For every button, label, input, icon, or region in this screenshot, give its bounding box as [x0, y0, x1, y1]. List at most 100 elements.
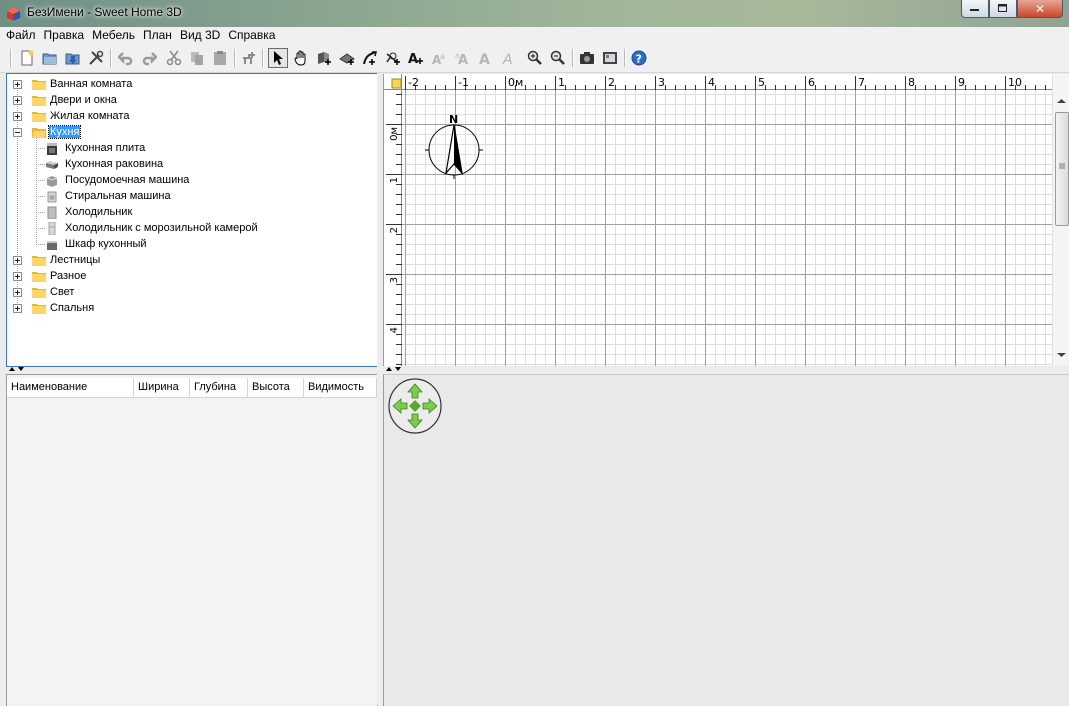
new-home-button[interactable]	[17, 48, 37, 68]
create-photo-button[interactable]	[577, 48, 597, 68]
menu-file[interactable]: Файл	[0, 27, 40, 44]
ruler-x-label: 2	[608, 76, 615, 89]
column-header-width[interactable]: Ширина	[134, 378, 190, 397]
open-button[interactable]	[40, 48, 60, 68]
tree-category-stairs[interactable]: Лестницы	[13, 252, 101, 268]
3d-navigation-control[interactable]	[388, 378, 442, 434]
add-furniture-icon	[243, 52, 255, 64]
tree-item-label: Стиральная машина	[65, 190, 171, 202]
ruler-corner-icon[interactable]	[391, 78, 402, 89]
menu-furniture[interactable]: Мебель	[88, 27, 139, 44]
create-rooms-button[interactable]	[337, 48, 357, 68]
scroll-down-icon[interactable]	[1057, 352, 1066, 358]
tree-category-living-room[interactable]: Жилая комната	[13, 108, 130, 124]
expand-icon[interactable]	[13, 271, 22, 281]
save-button[interactable]	[63, 48, 83, 68]
fridge-freezer-icon	[48, 221, 56, 235]
expand-icon[interactable]	[13, 95, 22, 105]
cut-button[interactable]	[164, 48, 184, 68]
tree-item-sink[interactable]: Кухонная раковина	[46, 156, 164, 172]
pan-mode-button[interactable]	[291, 48, 311, 68]
column-header-depth[interactable]: Глубина	[190, 378, 248, 397]
grip-icon	[1059, 163, 1065, 169]
tree-category-lights[interactable]: Свет	[13, 284, 75, 300]
ruler-x-label: -2	[408, 76, 419, 89]
table-header: Наименование Ширина Глубина Высота Видим…	[7, 378, 377, 398]
plan-splitter-arrows[interactable]	[385, 366, 405, 372]
menu-plan[interactable]: План	[139, 27, 176, 44]
tree-category-label: Лестницы	[50, 254, 101, 266]
copy-button[interactable]	[187, 48, 207, 68]
create-video-button[interactable]	[600, 48, 620, 68]
redo-button[interactable]	[139, 48, 159, 68]
undo-button[interactable]	[116, 48, 136, 68]
title-bar: БезИмени - Sweet Home 3D ✕	[0, 0, 1069, 27]
add-furniture-button[interactable]	[239, 48, 259, 68]
zoom-in-button[interactable]	[525, 48, 545, 68]
tree-category-doors-windows[interactable]: Двери и окна	[13, 92, 118, 108]
expand-icon[interactable]	[13, 111, 22, 121]
tree-item-fridge-freezer[interactable]: Холодильник с морозильной камерой	[46, 220, 259, 236]
menu-3d-view[interactable]: Вид 3D	[176, 27, 224, 44]
tree-category-misc[interactable]: Разное	[13, 268, 87, 284]
minimize-button[interactable]	[961, 0, 989, 18]
tree-category-bedroom[interactable]: Спальня	[13, 300, 95, 316]
tree-item-label: Холодильник	[65, 206, 133, 218]
menu-edit[interactable]: Правка	[40, 27, 89, 44]
paste-button[interactable]	[210, 48, 230, 68]
column-header-visibility[interactable]: Видимость	[304, 378, 377, 397]
minimize-icon	[970, 8, 979, 11]
plan-view[interactable]: -2 -1 0м 1 2 3 4 5 6 7 8 9 10 0м 1 2 3 4 N	[383, 74, 1069, 366]
italic-text-button[interactable]: A	[499, 48, 519, 68]
tree-item-kitchen-cabinet[interactable]: Шкаф кухонный	[46, 236, 148, 252]
maximize-button[interactable]	[989, 0, 1017, 18]
bold-text-button[interactable]: A	[476, 48, 496, 68]
ruler-y-label: 1	[389, 177, 400, 183]
tree-item-refrigerator[interactable]: Холодильник	[46, 204, 133, 220]
washing-machine-icon	[47, 191, 57, 202]
preferences-icon	[89, 50, 104, 65]
ruler-x-label: 3	[658, 76, 665, 89]
create-dimensions-button[interactable]	[383, 48, 403, 68]
create-polylines-icon	[363, 51, 377, 65]
menu-help[interactable]: Справка	[224, 27, 279, 44]
column-header-name[interactable]: Наименование	[7, 378, 134, 397]
expand-icon[interactable]	[13, 303, 22, 313]
3d-view[interactable]	[383, 374, 1069, 706]
folder-icon	[32, 80, 46, 90]
tree-item-dishwasher[interactable]: Посудомоечная машина	[46, 172, 190, 188]
ruler-x-label: 5	[758, 76, 765, 89]
close-button[interactable]: ✕	[1017, 0, 1063, 18]
expand-icon[interactable]	[13, 255, 22, 265]
collapse-icon[interactable]	[13, 127, 22, 137]
furniture-list-table[interactable]: Наименование Ширина Глубина Высота Видим…	[6, 374, 378, 706]
folder-icon	[32, 256, 46, 266]
create-walls-button[interactable]	[314, 48, 334, 68]
vertical-splitter[interactable]	[377, 73, 382, 705]
preferences-button[interactable]	[86, 48, 106, 68]
expand-icon[interactable]	[13, 79, 22, 89]
toolbar-separator	[110, 49, 112, 67]
help-button[interactable]: ?	[629, 48, 649, 68]
plan-grid[interactable]: -2 -1 0м 1 2 3 4 5 6 7 8 9 10 0м 1 2 3 4 N	[384, 74, 1069, 366]
modify-text-style-button[interactable]: Aa	[430, 48, 450, 68]
column-header-height[interactable]: Высота	[248, 378, 304, 397]
tree-item-washing-machine[interactable]: Стиральная машина	[46, 188, 172, 204]
tree-category-bathroom[interactable]: Ванная комната	[13, 76, 133, 92]
plan-vertical-scrollbar[interactable]	[1052, 74, 1069, 366]
ruler-x-label: 9	[958, 76, 965, 89]
add-text-button[interactable]: A	[406, 48, 426, 68]
create-polylines-button[interactable]	[360, 48, 380, 68]
zoom-out-button[interactable]	[548, 48, 568, 68]
save-icon	[65, 53, 80, 65]
tree-item-stove[interactable]: Кухонная плита	[46, 140, 146, 156]
maximize-icon	[998, 4, 1007, 12]
scroll-up-icon[interactable]	[1057, 98, 1066, 104]
select-mode-button[interactable]	[268, 48, 288, 68]
scroll-thumb[interactable]	[1055, 112, 1069, 226]
furniture-catalog-tree[interactable]: Ванная комната Двери и окна Жилая комнат…	[6, 73, 378, 367]
horizontal-splitter-arrows[interactable]	[8, 366, 28, 372]
decrease-text-button[interactable]: Aa	[453, 48, 473, 68]
tree-category-kitchen[interactable]: Кухня	[13, 124, 82, 140]
expand-icon[interactable]	[13, 287, 22, 297]
